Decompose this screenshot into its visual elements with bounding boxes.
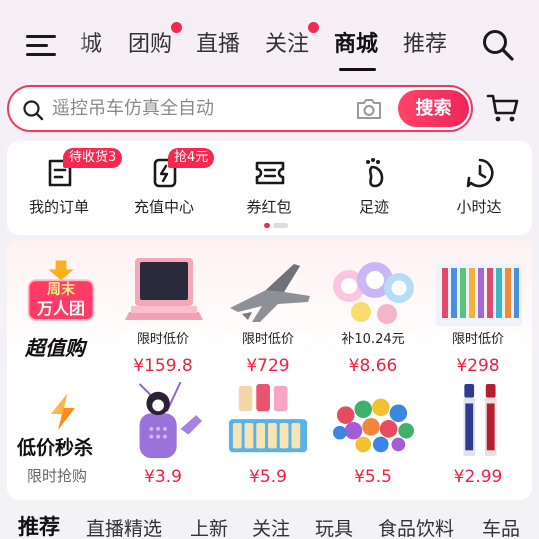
- deals-panel: 周末 万人团 超值购 限时低价 ¥159.8 限时低价 ¥729 补10.24元…: [7, 240, 532, 500]
- promo-subtitle: 限时抢购: [27, 467, 88, 485]
- search-bar[interactable]: 遥控吊车仿真全自动 搜索: [7, 85, 473, 132]
- tab-live[interactable]: 直播: [196, 30, 240, 60]
- clock-icon: [466, 158, 494, 188]
- product-card[interactable]: ¥2.99: [426, 382, 530, 492]
- lipstick-image: [463, 383, 497, 457]
- product-card[interactable]: 限时低价 ¥159.8: [111, 256, 215, 376]
- footprint-icon: [366, 158, 384, 188]
- quick-entry-label: 券红包: [246, 198, 292, 216]
- product-price: ¥3.9: [144, 467, 182, 487]
- kuromi-toy-image: [138, 382, 203, 459]
- category-tab-auto[interactable]: 车品: [482, 516, 520, 539]
- quick-entry-label: 足迹: [358, 198, 389, 216]
- category-tabs: 推荐 直播精选 上新 关注 玩具 食品饮料 车品: [0, 512, 539, 539]
- quick-entry-label: 小时达: [456, 198, 502, 216]
- magnifier-icon: [23, 100, 44, 121]
- quick-entry-coupons[interactable]: 券红包: [219, 141, 319, 235]
- category-tab-live-picks[interactable]: 直播精选: [86, 516, 162, 539]
- colorful-balls-image: [333, 398, 414, 453]
- product-price: ¥5.9: [249, 467, 287, 487]
- product-tag: 限时低价: [119, 331, 207, 349]
- tab-fade: [62, 26, 92, 64]
- camera-icon[interactable]: [355, 97, 383, 121]
- badge-group: 万人团: [36, 299, 85, 318]
- tab-mall[interactable]: 商城: [334, 30, 378, 60]
- quick-entry-footprint[interactable]: 足迹: [324, 141, 424, 235]
- menu-icon[interactable]: [26, 33, 56, 57]
- promo-title: 低价秒杀: [17, 437, 94, 459]
- badge-weekend: 周末: [47, 282, 75, 298]
- notification-dot: [171, 22, 183, 33]
- product-card[interactable]: 补10.24元 ¥8.66: [321, 256, 425, 376]
- balloon-toys-image: [333, 262, 414, 324]
- category-tab-food-drinks[interactable]: 食品饮料: [378, 516, 454, 539]
- product-tag: 限时低价: [434, 331, 522, 349]
- promo-value-buy[interactable]: 周末 万人团 超值购: [15, 250, 115, 360]
- quick-entry-orders[interactable]: 待收货3 我的订单: [9, 141, 123, 235]
- fighter-jet-image: [230, 264, 310, 322]
- tab-follow[interactable]: 关注: [265, 22, 320, 60]
- product-tag: 限时低价: [224, 331, 312, 349]
- product-card[interactable]: ¥5.9: [216, 382, 320, 492]
- yogurt-drinks-image: [228, 383, 308, 453]
- product-card[interactable]: 限时低价 ¥729: [216, 256, 320, 376]
- promo-title: 超值购: [25, 336, 85, 360]
- search-button[interactable]: 搜索: [398, 90, 469, 127]
- promo-flash-sale[interactable]: 低价秒杀 限时抢购: [13, 388, 113, 488]
- category-tab-toys[interactable]: 玩具: [315, 516, 353, 539]
- category-tab-follow[interactable]: 关注: [252, 516, 290, 539]
- quick-entry-panel: 待收货3 我的订单 抢4元 充值中心 券红包 足迹 小时达: [7, 141, 532, 235]
- product-price: ¥159.8: [133, 356, 193, 376]
- product-price: ¥8.66: [348, 356, 398, 376]
- quick-entry-label: 我的订单: [28, 198, 89, 216]
- top-nav: 城 团购 直播 关注 商城 推荐: [0, 0, 539, 84]
- coupon-icon: [255, 161, 285, 185]
- notification-dot: [308, 22, 320, 33]
- category-tab-recommend[interactable]: 推荐: [18, 514, 60, 539]
- quick-entry-recharge[interactable]: 抢4元 充值中心: [114, 141, 215, 235]
- product-tag: 补10.24元: [329, 331, 417, 349]
- product-price: ¥729: [246, 356, 290, 376]
- product-price: ¥2.99: [453, 467, 503, 487]
- quick-entry-hourly[interactable]: 小时达: [429, 141, 529, 235]
- tab-recommend[interactable]: 推荐: [403, 30, 447, 60]
- category-tab-new[interactable]: 上新: [190, 516, 228, 539]
- tab-group-buy[interactable]: 团购: [128, 22, 183, 60]
- search-placeholder[interactable]: 遥控吊车仿真全自动: [52, 96, 214, 122]
- laptop-image: [125, 258, 203, 320]
- quick-entry-label: 充值中心: [133, 198, 194, 216]
- product-card[interactable]: ¥3.9: [111, 382, 215, 492]
- active-tab-indicator: [339, 68, 376, 71]
- badge-grab: 抢4元: [168, 148, 215, 168]
- lightning-icon: [51, 394, 75, 430]
- cart-icon[interactable]: [486, 92, 520, 124]
- product-price: ¥298: [456, 356, 500, 376]
- product-card[interactable]: ¥5.5: [321, 382, 425, 492]
- search-icon[interactable]: [481, 28, 515, 62]
- product-price: ¥5.5: [354, 467, 392, 487]
- product-card[interactable]: 限时低价 ¥298: [426, 256, 530, 376]
- toothbrush-set-image: [436, 264, 522, 326]
